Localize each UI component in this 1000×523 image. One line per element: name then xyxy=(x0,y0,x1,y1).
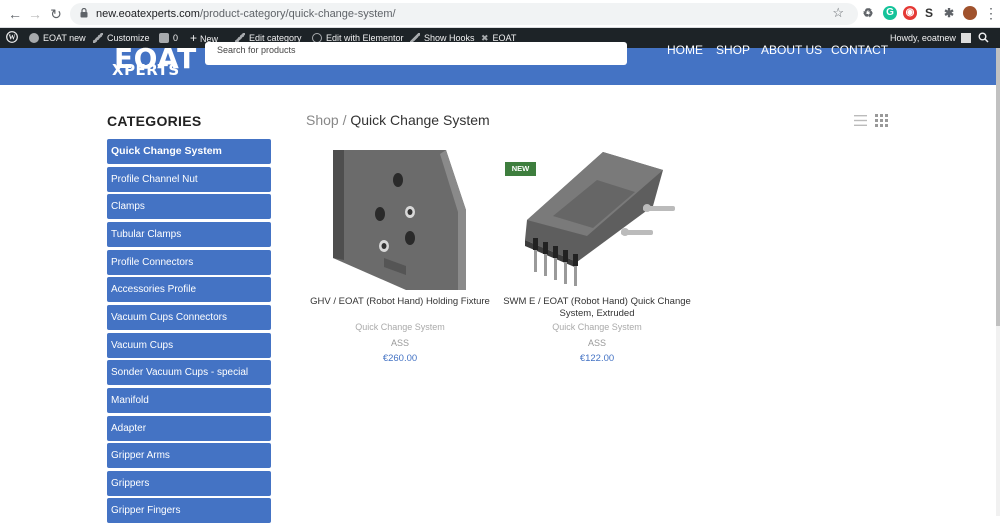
browser-toolbar: ← → ↻ new.eoatexperts.com/product-catego… xyxy=(0,0,1000,28)
menu-home[interactable]: HOME xyxy=(667,43,703,57)
category-manifold[interactable]: Manifold xyxy=(107,388,271,413)
product-category: Quick Change System xyxy=(552,322,642,332)
category-grippers[interactable]: Grippers xyxy=(107,471,271,496)
dashboard-icon xyxy=(29,33,39,43)
categories-heading: CATEGORIES xyxy=(107,113,202,129)
menu-kebab-icon[interactable]: ⋮ xyxy=(982,4,1000,22)
menu-about-us[interactable]: ABOUT US xyxy=(761,43,822,57)
product-price: €122.00 xyxy=(579,353,615,364)
category-vacuum-cups[interactable]: Vacuum Cups xyxy=(107,333,271,358)
breadcrumb-shop-link[interactable]: Shop xyxy=(306,112,339,128)
category-gripper-fingers[interactable]: Gripper Fingers xyxy=(107,498,271,523)
url-text: new.eoatexperts.com/product-category/qui… xyxy=(96,8,396,20)
address-bar[interactable]: new.eoatexperts.com/product-category/qui… xyxy=(70,3,858,25)
product-sku: ASS xyxy=(390,338,409,348)
wp-howdy[interactable]: Howdy, eoatnew xyxy=(890,28,971,48)
new-badge: NEW xyxy=(505,162,536,176)
page-scrollbar-thumb[interactable] xyxy=(996,48,1000,326)
breadcrumb-current: Quick Change System xyxy=(350,112,490,128)
shield-extension-icon[interactable]: ◉ xyxy=(903,6,917,20)
product-search-input[interactable]: Search for products xyxy=(205,42,627,65)
menu-shop[interactable]: SHOP xyxy=(716,43,750,57)
category-vacuum-cups-connectors[interactable]: Vacuum Cups Connectors xyxy=(107,305,271,330)
product-title[interactable]: SWM E / EOAT (Robot Hand) Quick Change S… xyxy=(503,296,691,320)
product-image-holding-fixture[interactable] xyxy=(306,150,494,290)
category-profile-connectors[interactable]: Profile Connectors xyxy=(107,250,271,275)
s-extension-icon[interactable]: S xyxy=(922,6,936,20)
category-clamps[interactable]: Clamps xyxy=(107,194,271,219)
grammarly-extension-icon[interactable]: G xyxy=(883,6,897,20)
profile-avatar[interactable] xyxy=(963,6,977,20)
category-gripper-arms[interactable]: Gripper Arms xyxy=(107,443,271,468)
category-sonder-vacuum-cups[interactable]: Sonder Vacuum Cups - special xyxy=(107,360,271,385)
brush-icon xyxy=(93,33,103,43)
site-header: EOAT XPERTS Search for products HOME SHO… xyxy=(0,42,1000,85)
product-title[interactable]: GHV / EOAT (Robot Hand) Holding Fixture xyxy=(306,296,494,308)
category-tubular-clamps[interactable]: Tubular Clamps xyxy=(107,222,271,247)
wordpress-logo-icon[interactable]: W xyxy=(6,28,22,48)
grid-view-icon[interactable] xyxy=(875,114,888,127)
bookmark-star-icon[interactable]: ☆ xyxy=(832,5,844,21)
svg-text:W: W xyxy=(9,34,16,42)
menu-contact[interactable]: CONTACT xyxy=(831,43,888,57)
product-price: €260.00 xyxy=(382,353,418,364)
back-icon[interactable]: ← xyxy=(6,5,24,23)
category-adapter[interactable]: Adapter xyxy=(107,416,271,441)
reload-icon[interactable]: ↻ xyxy=(47,5,65,23)
product-category: Quick Change System xyxy=(355,322,445,332)
product-sku: ASS xyxy=(587,338,606,348)
list-view-icon[interactable] xyxy=(854,114,867,127)
forward-icon[interactable]: → xyxy=(26,5,44,23)
category-accessories-profile[interactable]: Accessories Profile xyxy=(107,277,271,302)
breadcrumb: Shop / Quick Change System xyxy=(306,112,490,128)
user-avatar xyxy=(960,33,971,43)
recycle-extension-icon[interactable]: ♻ xyxy=(861,6,875,20)
lock-icon xyxy=(80,8,88,18)
category-quick-change-system[interactable]: Quick Change System xyxy=(107,139,271,164)
puzzle-extensions-icon[interactable]: ✱ xyxy=(942,6,956,20)
wp-site-name[interactable]: EOAT new xyxy=(29,28,86,48)
wp-search-icon[interactable] xyxy=(978,28,989,48)
category-profile-channel-nut[interactable]: Profile Channel Nut xyxy=(107,167,271,192)
